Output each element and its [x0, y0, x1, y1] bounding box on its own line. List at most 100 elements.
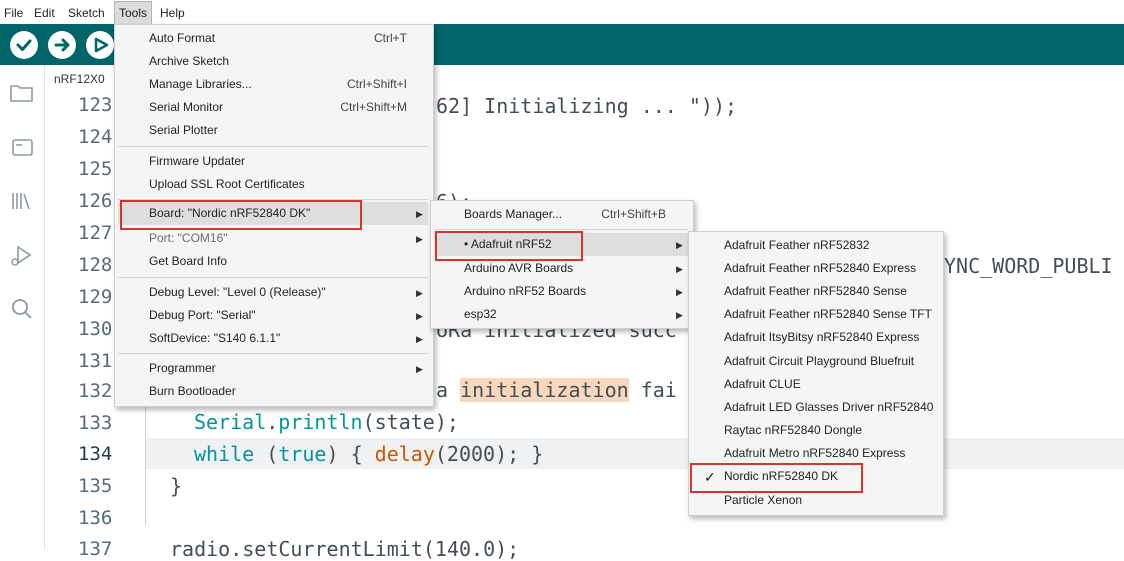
code-line-135: } [170, 474, 183, 498]
menu-help[interactable]: Help [156, 0, 189, 26]
menu-item-debug-port[interactable]: Debug Port: "Serial" [149, 304, 407, 327]
code-line-132: a initialization fai [436, 378, 677, 402]
board-item[interactable]: Adafruit ItsyBitsy nRF52840 Express [724, 326, 919, 349]
debug-icon [94, 37, 109, 53]
line-number: 129 [78, 286, 113, 308]
board-icon[interactable] [8, 133, 36, 161]
menu-tools[interactable]: Tools [114, 1, 153, 25]
code-token: delay [374, 442, 435, 466]
submenu-arrow-icon: ▶ [676, 240, 683, 250]
submenu-arrow-icon: ▶ [676, 310, 683, 320]
code-line-123: 62] Initializing ... ")); [436, 94, 738, 118]
line-number: 137 [78, 538, 113, 560]
menu-sketch[interactable]: Sketch [64, 0, 109, 26]
debug-button[interactable] [86, 31, 114, 59]
shortcut-label: Ctrl+Shift+B [601, 207, 666, 221]
code-token: Serial [194, 410, 267, 434]
submenu-arrow-icon: ▶ [416, 334, 423, 344]
editor-tab[interactable]: nRF12X0 [54, 72, 105, 86]
board-item[interactable]: Particle Xenon [724, 489, 802, 512]
menu-item-label: Serial Monitor [149, 100, 224, 114]
menu-item-arduino-avr[interactable]: Arduino AVR Boards [464, 257, 666, 280]
line-number: 127 [78, 222, 113, 244]
code-token: while [194, 442, 255, 466]
menu-item-upload-ssl[interactable]: Upload SSL Root Certificates [149, 173, 407, 196]
menu-bar: File Edit Sketch Tools Help [0, 0, 1124, 26]
code-token: a [436, 378, 461, 402]
line-number: 133 [78, 412, 113, 434]
line-number: 132 [78, 380, 113, 402]
board-item[interactable]: Adafruit LED Glasses Driver nRF52840 [724, 396, 933, 419]
code-token: true [278, 442, 327, 466]
menu-separator [118, 146, 428, 147]
code-line-133: Serial.println(state); [194, 410, 459, 434]
check-icon [16, 39, 32, 51]
line-number: 125 [78, 158, 113, 180]
board-item[interactable]: Adafruit CLUE [724, 373, 801, 396]
menu-item-programmer[interactable]: Programmer [149, 357, 407, 380]
menu-separator [434, 229, 688, 230]
code-token: (2000); } [434, 442, 544, 466]
menu-item-firmware-updater[interactable]: Firmware Updater [149, 150, 407, 173]
menu-item-label: Boards Manager... [464, 207, 563, 221]
menu-item-burn-bootloader[interactable]: Burn Bootloader [149, 380, 407, 403]
submenu-arrow-icon: ▶ [676, 264, 683, 274]
board-item[interactable]: Adafruit Feather nRF52832 [724, 234, 869, 257]
board-item[interactable]: Adafruit Metro nRF52840 Express [724, 442, 905, 465]
debug-icon[interactable] [8, 242, 36, 270]
code-token: println [278, 410, 363, 434]
menu-item-arduino-nrf52[interactable]: Arduino nRF52 Boards [464, 280, 666, 303]
shortcut-label: Ctrl+T [374, 31, 407, 45]
menu-item-esp32[interactable]: esp32 [464, 303, 666, 326]
line-number: 131 [78, 350, 113, 372]
submenu-arrow-icon: ▶ [416, 209, 423, 219]
folder-icon[interactable] [8, 78, 36, 106]
board-item[interactable]: Adafruit Circuit Playground Bluefruit [724, 350, 914, 373]
line-number: 130 [78, 318, 113, 340]
menu-item-boards-manager[interactable]: Boards Manager... Ctrl+Shift+B [464, 203, 666, 226]
library-icon[interactable] [8, 187, 36, 215]
code-token: fai [628, 378, 677, 402]
code-token: (state); [362, 410, 459, 434]
code-line-137: radio.setCurrentLimit(140.0); [170, 537, 520, 561]
verify-button[interactable] [10, 31, 38, 59]
line-number: 135 [78, 475, 113, 497]
line-number-current: 134 [78, 443, 113, 465]
code-token-highlight: initialization [460, 378, 629, 402]
menu-item-serial-monitor[interactable]: Serial Monitor Ctrl+Shift+M [149, 96, 407, 119]
menu-item-archive-sketch[interactable]: Archive Sketch [149, 50, 407, 73]
menu-item-label: Manage Libraries... [149, 77, 252, 91]
menu-item-get-board-info[interactable]: Get Board Info [149, 250, 407, 273]
code-line-128: YNC_WORD_PUBLI [944, 254, 1113, 278]
shortcut-label: Ctrl+Shift+M [340, 100, 407, 114]
shortcut-label: Ctrl+Shift+I [346, 77, 407, 91]
board-item[interactable]: Adafruit Feather nRF52840 Sense TFT [724, 303, 932, 326]
submenu-arrow-icon: ▶ [416, 364, 423, 374]
menu-item-serial-plotter[interactable]: Serial Plotter [149, 119, 407, 142]
menu-item-manage-libraries[interactable]: Manage Libraries... Ctrl+Shift+I [149, 73, 407, 96]
menu-item-debug-level[interactable]: Debug Level: "Level 0 (Release)" [149, 281, 407, 304]
menu-separator [118, 277, 428, 278]
search-icon[interactable] [8, 295, 36, 323]
menu-item-softdevice[interactable]: SoftDevice: "S140 6.1.1" [149, 327, 407, 350]
menu-edit[interactable]: Edit [30, 0, 59, 26]
board-item[interactable]: Raytac nRF52840 Dongle [724, 419, 862, 442]
menu-item-auto-format[interactable]: Auto Format Ctrl+T [149, 27, 407, 50]
upload-button[interactable] [48, 31, 76, 59]
code-line-134: while (true) { delay(2000); } [194, 442, 543, 466]
menu-file[interactable]: File [0, 0, 27, 26]
menu-item-label: Auto Format [149, 31, 216, 45]
highlight-box [120, 200, 362, 230]
line-number: 126 [78, 190, 113, 212]
line-number: 136 [78, 507, 113, 529]
submenu-arrow-icon: ▶ [676, 287, 683, 297]
submenu-arrow-icon: ▶ [416, 288, 423, 298]
line-number: 123 [78, 94, 113, 116]
submenu-arrow-icon: ▶ [416, 234, 423, 244]
menu-item-port[interactable]: Port: "COM16" [149, 227, 407, 250]
menu-separator [118, 353, 428, 354]
arrow-right-icon [54, 38, 70, 52]
line-number: 128 [78, 254, 113, 276]
board-item[interactable]: Adafruit Feather nRF52840 Express [724, 257, 916, 280]
board-item[interactable]: Adafruit Feather nRF52840 Sense [724, 280, 907, 303]
